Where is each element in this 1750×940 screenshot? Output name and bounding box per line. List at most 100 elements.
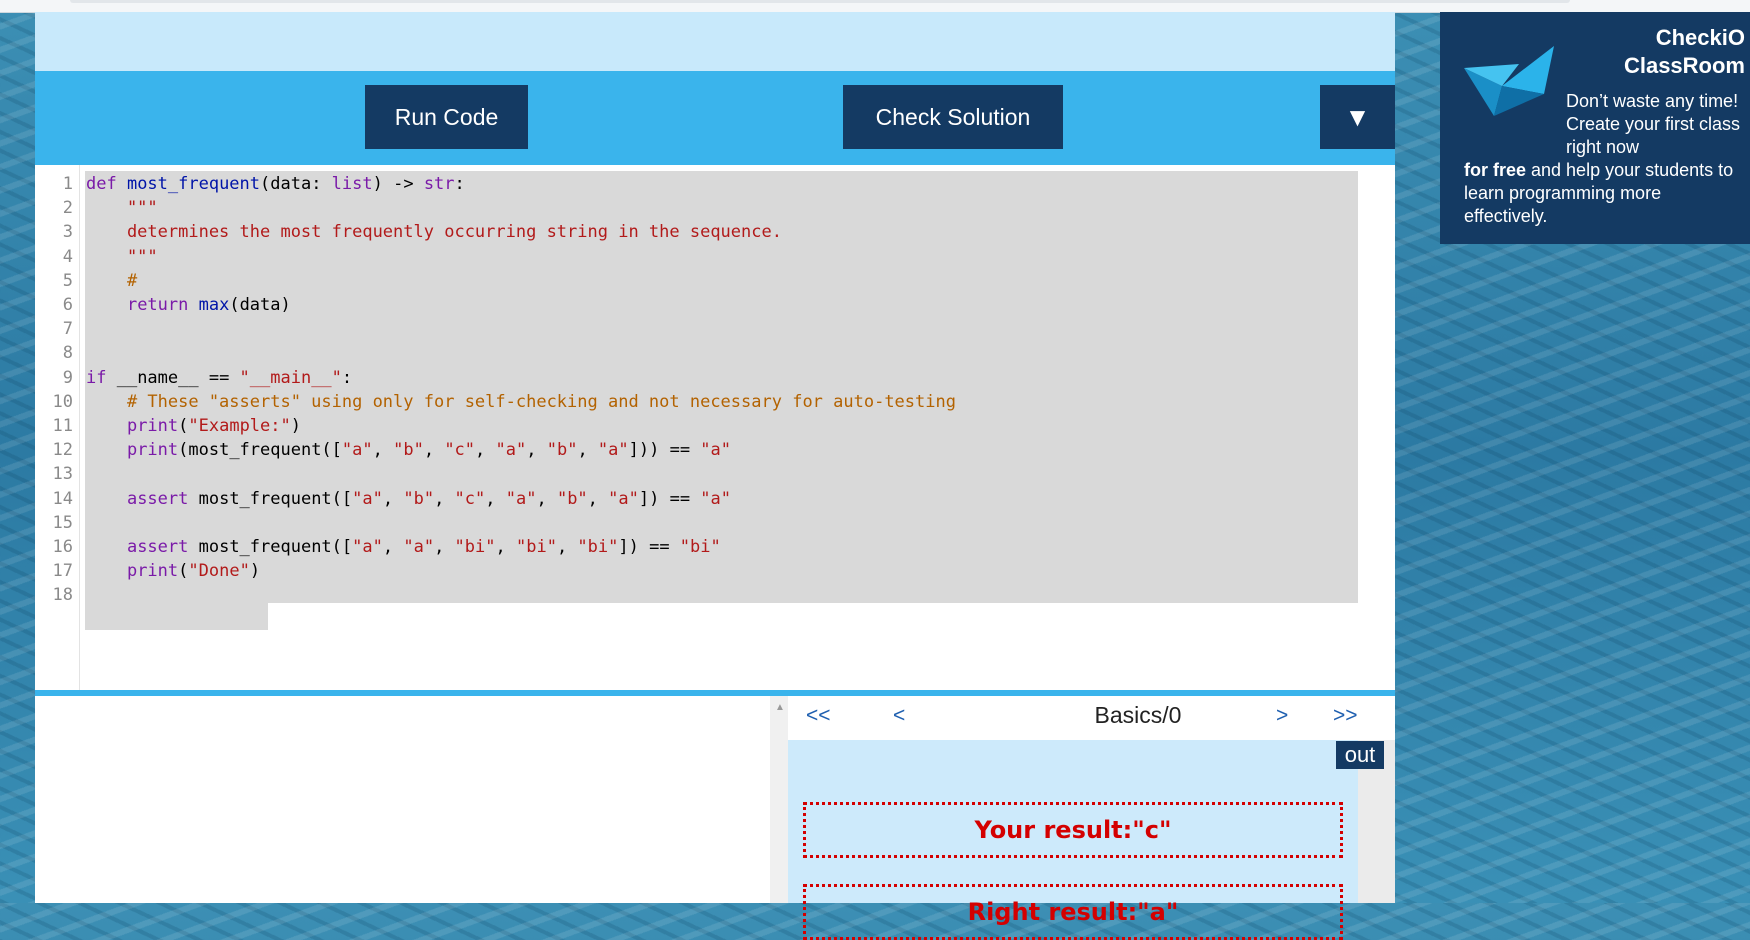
code-text[interactable]: # These "asserts" using only for self-ch…: [86, 389, 956, 416]
scroll-up-arrow-icon[interactable]: ▲: [773, 702, 787, 716]
code-text[interactable]: return max(data): [86, 292, 291, 319]
code-text[interactable]: print(most_frequent(["a", "b", "c", "a",…: [86, 437, 731, 464]
code-token: "a": [505, 488, 537, 509]
line-number: 4: [62, 246, 73, 267]
code-token: ): [290, 416, 301, 436]
code-token: "c": [444, 440, 476, 461]
line-number: 16: [52, 537, 73, 557]
promo-title-line1: CheckiO: [1655, 25, 1745, 50]
line-number: 17: [52, 561, 73, 582]
line-number: 9: [62, 367, 73, 388]
promo-text-intro: Don’t waste any time! Create your first …: [1566, 91, 1741, 157]
code-text[interactable]: #: [86, 268, 137, 295]
code-token: "a": [352, 537, 383, 557]
results-panel: << < Basics/0 > >> Your result:"c" Right…: [788, 696, 1395, 940]
classroom-promo[interactable]: CheckiO ClassRoom Don’t waste any time! …: [1440, 12, 1750, 244]
line-number: 3: [62, 222, 73, 243]
dropdown-toggle-button[interactable]: ▼: [1320, 85, 1395, 149]
console-scrollbar[interactable]: ▲: [770, 696, 788, 903]
code-token: ]) ==: [638, 488, 701, 509]
code-token: "bi": [679, 537, 721, 557]
code-token: :: [341, 367, 353, 388]
code-token: ])) ==: [628, 440, 701, 461]
code-token: ,: [526, 440, 547, 461]
check-solution-button[interactable]: Check Solution: [843, 85, 1063, 149]
code-token: ,: [556, 537, 578, 557]
promo-text: Don’t waste any time! Create your first …: [1464, 90, 1746, 228]
code-text[interactable]: determines the most frequently occurring…: [86, 219, 782, 246]
console-output-panel: [35, 696, 770, 903]
code-token: """: [86, 246, 158, 267]
nav-next-button[interactable]: >: [1276, 704, 1288, 728]
code-token: ]) ==: [618, 537, 680, 557]
code-token: max: [198, 295, 230, 315]
code-text[interactable]: print("Done"): [86, 558, 260, 585]
code-token: "a": [700, 440, 732, 461]
code-token: (most_frequent([: [178, 440, 342, 461]
right-result-box: Right result:"a": [803, 884, 1343, 940]
line-number: 10: [52, 391, 73, 412]
code-token: "c": [454, 488, 486, 509]
code-token: "Done": [188, 561, 250, 582]
code-text[interactable]: """: [86, 195, 158, 222]
code-token: "b": [546, 440, 578, 461]
code-token: ,: [485, 488, 506, 509]
out-tab[interactable]: out: [1336, 741, 1384, 769]
line-number: 5: [62, 270, 73, 291]
nav-last-button[interactable]: >>: [1333, 704, 1358, 728]
code-text[interactable]: """: [86, 244, 158, 271]
code-token: "a": [608, 488, 639, 509]
code-token: print: [126, 416, 179, 436]
code-token: str: [423, 174, 455, 194]
code-token: "b": [556, 488, 588, 509]
code-token: "bi": [515, 537, 557, 557]
code-token: #: [86, 270, 138, 291]
code-text[interactable]: print("Example:"): [86, 413, 301, 440]
code-token: ,: [587, 488, 609, 509]
code-token: ,: [577, 440, 598, 461]
code-token: ,: [423, 440, 445, 461]
code-token: return: [126, 295, 199, 315]
code-token: assert: [126, 488, 199, 509]
code-text[interactable]: assert most_frequent(["a", "b", "c", "a"…: [86, 486, 731, 513]
nav-prev-button[interactable]: <: [893, 704, 905, 728]
line-number: 2: [62, 198, 73, 219]
code-token: "a": [341, 440, 373, 461]
code-token: most_frequent: [126, 174, 261, 194]
code-token: (data): [229, 295, 291, 315]
code-token: ,: [372, 440, 394, 461]
header-area: [35, 12, 1395, 71]
code-token: "a": [403, 537, 435, 557]
code-token: assert: [126, 537, 199, 557]
test-category-title: Basics/0: [1094, 702, 1182, 728]
code-editor[interactable]: 1 def most_frequent(data: list) -> str: 2 …: [35, 165, 1395, 690]
line-number: 14: [52, 488, 73, 509]
code-token: ): [249, 561, 261, 582]
code-token: def: [86, 174, 127, 194]
code-text[interactable]: if __name__ == "__main__":: [86, 365, 352, 392]
code-text[interactable]: def most_frequent(data: list) -> str:: [86, 171, 465, 198]
line-number: 1: [62, 174, 73, 194]
results-nav: << < Basics/0 > >>: [788, 696, 1395, 740]
line-number: 8: [62, 343, 73, 364]
code-token: ,: [475, 440, 496, 461]
code-token: ,: [434, 488, 455, 509]
code-token: print: [126, 440, 179, 461]
code-text[interactable]: assert most_frequent(["a", "a", "bi", "b…: [86, 534, 721, 561]
promo-text-bold: for free: [1464, 160, 1527, 180]
code-token: "a": [700, 488, 732, 509]
line-number: 7: [62, 319, 73, 340]
code-token: "a": [495, 440, 527, 461]
nav-first-button[interactable]: <<: [806, 704, 831, 728]
line-number: 15: [52, 512, 73, 533]
code-token: __name__ ==: [116, 367, 240, 388]
line-number: 11: [52, 416, 73, 436]
run-code-button[interactable]: Run Code: [365, 85, 528, 149]
code-token: """: [86, 198, 158, 219]
code-token: ,: [382, 537, 404, 557]
code-token: ,: [382, 488, 404, 509]
